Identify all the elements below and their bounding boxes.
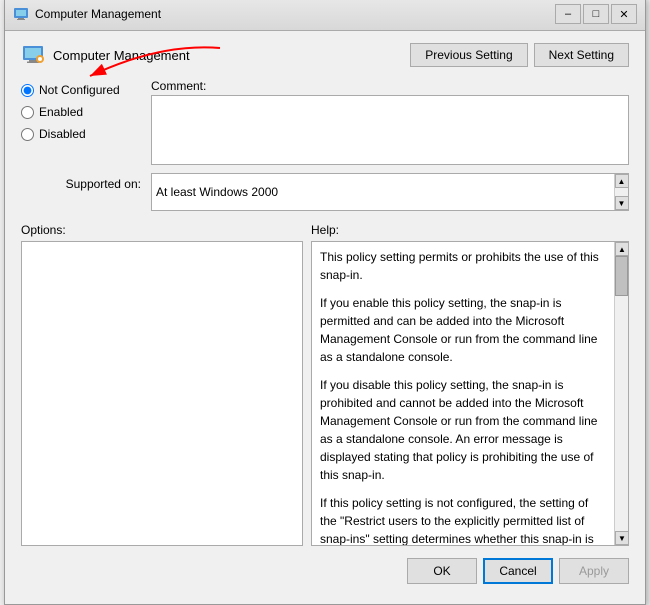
panels-row: This policy setting permits or prohibits… xyxy=(21,241,629,546)
supported-row: Supported on: At least Windows 2000 ▲ ▼ xyxy=(21,173,629,211)
main-window: Computer Management – □ ✕ C xyxy=(4,0,646,605)
header-icon xyxy=(21,43,45,67)
radio-not-configured-input[interactable] xyxy=(21,84,34,97)
help-scroll-down[interactable]: ▼ xyxy=(615,531,629,545)
radio-enabled-input[interactable] xyxy=(21,106,34,119)
options-panel xyxy=(21,241,303,546)
supported-scrollbar: ▲ ▼ xyxy=(614,174,628,210)
help-label: Help: xyxy=(311,223,629,237)
comment-section: Comment: xyxy=(151,79,629,165)
radio-disabled-label: Disabled xyxy=(39,127,86,141)
supported-value: At least Windows 2000 xyxy=(156,185,278,199)
content-area: Computer Management Previous Setting Nex… xyxy=(5,31,645,604)
supported-label: Supported on: xyxy=(21,173,151,191)
radio-not-configured[interactable]: Not Configured xyxy=(21,83,151,97)
help-scrollbar: ▲ ▼ xyxy=(614,242,628,545)
help-para-3: If you disable this policy setting, the … xyxy=(320,376,606,484)
close-button[interactable]: ✕ xyxy=(611,4,637,24)
radio-comment-row: Not Configured Enabled Disabled Comment: xyxy=(21,79,629,165)
maximize-button[interactable]: □ xyxy=(583,4,609,24)
radio-enabled-label: Enabled xyxy=(39,105,83,119)
options-label: Options: xyxy=(21,223,311,237)
next-setting-button[interactable]: Next Setting xyxy=(534,43,629,67)
help-para-2: If you enable this policy setting, the s… xyxy=(320,294,606,366)
apply-button[interactable]: Apply xyxy=(559,558,629,584)
help-para-4: If this policy setting is not configured… xyxy=(320,494,606,545)
cancel-button[interactable]: Cancel xyxy=(483,558,553,584)
supported-box: At least Windows 2000 ▲ ▼ xyxy=(151,173,629,211)
window-title: Computer Management xyxy=(35,7,161,21)
radio-not-configured-label: Not Configured xyxy=(39,83,120,97)
options-help-labels: Options: Help: xyxy=(21,223,629,237)
help-para-1: This policy setting permits or prohibits… xyxy=(320,248,606,284)
radio-section: Not Configured Enabled Disabled xyxy=(21,79,151,141)
header-row: Computer Management Previous Setting Nex… xyxy=(21,43,629,67)
header-title: Computer Management xyxy=(53,48,190,63)
radio-enabled[interactable]: Enabled xyxy=(21,105,151,119)
window-icon xyxy=(13,6,29,22)
supported-scroll-up[interactable]: ▲ xyxy=(615,174,629,188)
previous-setting-button[interactable]: Previous Setting xyxy=(410,43,527,67)
comment-label: Comment: xyxy=(151,79,629,93)
radio-disabled-input[interactable] xyxy=(21,128,34,141)
header-icon-title: Computer Management xyxy=(21,43,410,67)
help-text-content: This policy setting permits or prohibits… xyxy=(312,242,614,545)
help-panel: This policy setting permits or prohibits… xyxy=(311,241,629,546)
supported-scroll-down[interactable]: ▼ xyxy=(615,196,629,210)
comment-textarea[interactable] xyxy=(151,95,629,165)
bottom-buttons: OK Cancel Apply xyxy=(21,558,629,592)
radio-disabled[interactable]: Disabled xyxy=(21,127,151,141)
help-scroll-track[interactable] xyxy=(615,256,628,531)
ok-button[interactable]: OK xyxy=(407,558,477,584)
help-scroll-thumb[interactable] xyxy=(615,256,628,296)
title-bar-left: Computer Management xyxy=(13,6,161,22)
title-bar: Computer Management – □ ✕ xyxy=(5,0,645,31)
title-bar-controls: – □ ✕ xyxy=(555,4,637,24)
header-buttons: Previous Setting Next Setting xyxy=(410,43,629,67)
help-scroll-up[interactable]: ▲ xyxy=(615,242,629,256)
minimize-button[interactable]: – xyxy=(555,4,581,24)
